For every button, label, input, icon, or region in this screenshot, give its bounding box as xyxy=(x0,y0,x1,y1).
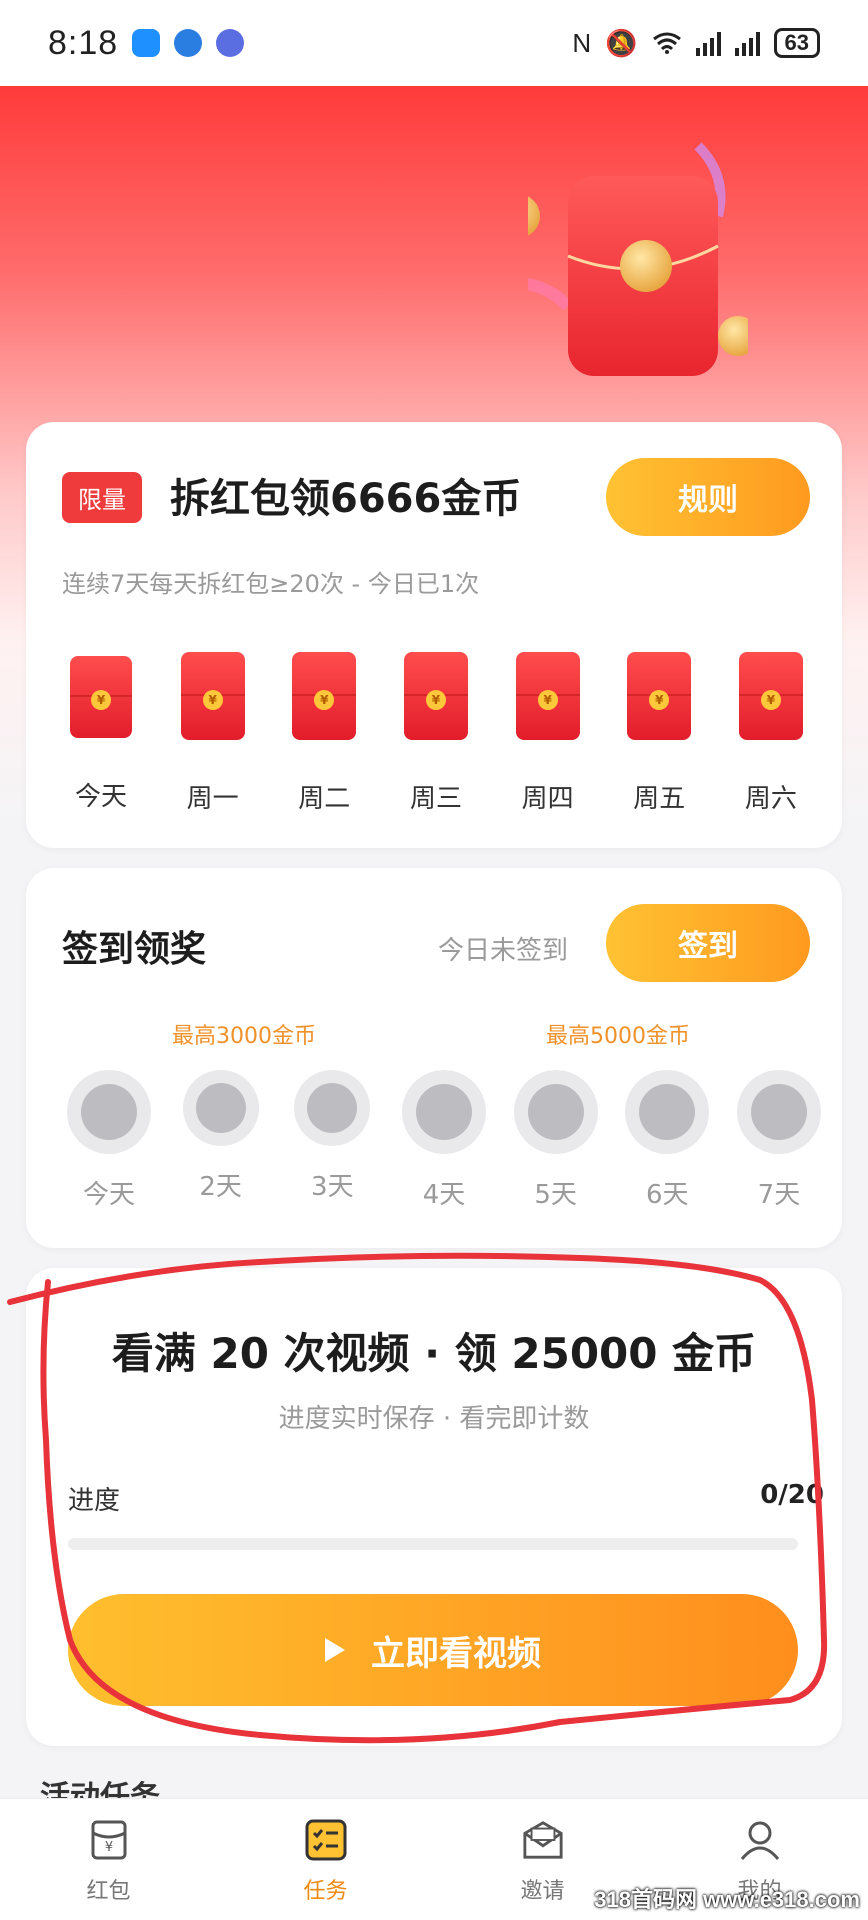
browser-app-icon xyxy=(174,29,203,57)
envelope-day-label: 周六 xyxy=(744,784,797,814)
red-envelope-icon: ¥ xyxy=(70,656,132,738)
red-envelope-icon: ¥ xyxy=(292,652,357,740)
sign-in-day-circle-icon xyxy=(736,1070,821,1154)
coin-icon: ¥ xyxy=(537,689,558,710)
sign-in-button[interactable]: 签到 xyxy=(606,904,810,982)
sign-in-day-item[interactable]: 5天 xyxy=(511,1070,601,1211)
envelope-day-label: 周三 xyxy=(409,784,462,814)
invite-mail-icon xyxy=(522,1819,564,1861)
status-time: 8:18 xyxy=(48,23,119,62)
profile-icon xyxy=(739,1819,781,1861)
coin-icon: ¥ xyxy=(649,689,670,710)
coin-icon: ¥ xyxy=(91,690,111,711)
envelope-day-item[interactable]: ¥ 周一 xyxy=(168,652,258,815)
watch-video-label: 立即看视频 xyxy=(371,1633,541,1674)
red-envelope-subtitle: 连续7天每天拆红包≥20次 - 今日已1次 xyxy=(62,570,480,598)
envelope-day-label: 周五 xyxy=(633,784,686,814)
sign-in-day-item[interactable]: 6天 xyxy=(622,1070,712,1211)
svg-text:¥: ¥ xyxy=(104,1840,112,1855)
sign-in-day-circle-icon xyxy=(294,1070,371,1146)
max-reward-label: 最高3000金币 xyxy=(172,1024,316,1049)
progress-bar xyxy=(68,1538,798,1550)
envelope-day-item[interactable]: ¥ 周三 xyxy=(391,652,481,815)
watermark-text: 318首码网 www.e318.com xyxy=(594,1887,860,1912)
red-envelope-icon: ¥ xyxy=(738,652,803,740)
status-app-icons xyxy=(132,29,245,57)
mute-icon: 🔕 xyxy=(605,27,638,58)
sign-in-day-item[interactable]: 7天 xyxy=(734,1070,824,1211)
nav-label: 邀请 xyxy=(520,1879,565,1904)
sign-in-day-label: 3天 xyxy=(311,1172,354,1202)
red-envelope-icon: ¥ xyxy=(88,1819,130,1861)
sign-in-day-circle-icon xyxy=(182,1070,259,1146)
video-task-subtitle: 进度实时保存 · 看完即计数 xyxy=(278,1404,590,1434)
envelope-day-item[interactable]: ¥ 今天 xyxy=(56,652,146,815)
envelope-day-label: 周一 xyxy=(186,784,239,814)
red-envelope-title: 拆红包领6666金币 xyxy=(170,476,522,522)
sign-in-day-circle-icon xyxy=(625,1070,710,1154)
red-envelope-icon: ¥ xyxy=(515,652,580,740)
envelope-day-row: ¥ 今天 ¥ 周一 ¥ 周二 ¥ 周三 ¥ 周四 ¥ 周五 ¥ 周六 xyxy=(56,652,816,815)
rules-button[interactable]: 规则 xyxy=(606,458,810,536)
red-envelope-card: 限量 拆红包领6666金币 规则 连续7天每天拆红包≥20次 - 今日已1次 ¥… xyxy=(26,422,842,848)
envelope-day-item[interactable]: ¥ 周四 xyxy=(503,652,593,815)
play-icon xyxy=(325,1638,345,1662)
signal-icon xyxy=(695,30,721,56)
coin-icon: ¥ xyxy=(425,689,446,710)
sign-in-day-label: 4天 xyxy=(422,1180,466,1210)
sign-in-day-circle-icon xyxy=(513,1070,598,1154)
sign-in-day-item[interactable]: 3天 xyxy=(287,1070,377,1211)
coin-icon: ¥ xyxy=(202,689,223,710)
sign-in-title: 签到领奖 xyxy=(62,929,207,970)
sign-in-day-item[interactable]: 2天 xyxy=(176,1070,266,1211)
sign-in-day-row: 今天 2天 3天 4天 5天 6天 7天 xyxy=(64,1070,824,1211)
envelope-day-item[interactable]: ¥ 周六 xyxy=(726,652,816,815)
sign-in-day-circle-icon xyxy=(67,1070,151,1154)
nav-label: 红包 xyxy=(86,1879,131,1904)
battery-indicator: 63 xyxy=(773,28,820,58)
task-list-icon xyxy=(305,1819,347,1861)
coin-icon: ¥ xyxy=(314,689,335,710)
sign-in-day-label: 6天 xyxy=(646,1180,689,1210)
sign-in-day-item[interactable]: 今天 xyxy=(64,1070,154,1211)
sign-in-status: 今日未签到 xyxy=(438,936,569,966)
status-bar: 8:18 N 🔕 63 xyxy=(0,0,868,86)
red-envelope-illustration xyxy=(528,142,748,376)
video-task-card: 看满 20 次视频 · 领 25000 金币 进度实时保存 · 看完即计数 进度… xyxy=(26,1268,842,1746)
wifi-icon xyxy=(652,32,681,54)
limited-badge: 限量 xyxy=(62,472,142,523)
chat-app-icon xyxy=(132,29,161,57)
coin-icon: ¥ xyxy=(760,689,781,710)
sign-in-day-label: 5天 xyxy=(534,1180,577,1210)
sign-in-day-circle-icon xyxy=(401,1070,486,1154)
signal-icon-2 xyxy=(734,30,760,56)
envelope-day-item[interactable]: ¥ 周二 xyxy=(279,652,369,815)
nav-item-invite[interactable]: 邀请 xyxy=(473,1819,613,1905)
video-task-title: 看满 20 次视频 · 领 25000 金币 xyxy=(111,1329,757,1378)
envelope-day-item[interactable]: ¥ 周五 xyxy=(614,652,704,815)
max-reward-label: 最高5000金币 xyxy=(546,1024,690,1049)
sign-in-day-label: 2天 xyxy=(199,1172,242,1202)
watch-video-button[interactable]: 立即看视频 xyxy=(68,1594,798,1706)
envelope-day-label: 周四 xyxy=(521,784,574,814)
progress-label: 进度 xyxy=(68,1486,121,1516)
envelope-day-label: 周二 xyxy=(298,784,351,814)
sign-in-day-label: 7天 xyxy=(757,1180,801,1210)
red-envelope-icon: ¥ xyxy=(403,652,468,740)
nav-label: 任务 xyxy=(303,1879,348,1904)
activity-tasks-heading: 活动任务 xyxy=(40,1780,160,1798)
sign-in-card: 签到领奖 今日未签到 签到 最高3000金币 最高5000金币 今天 2天 3天… xyxy=(26,868,842,1248)
status-right: N 🔕 63 xyxy=(572,28,820,59)
nav-item-red-envelope[interactable]: ¥ 红包 xyxy=(39,1819,179,1905)
progress-value: 0/20 xyxy=(760,1480,824,1510)
nfc-icon: N xyxy=(572,27,592,58)
sign-in-day-item[interactable]: 4天 xyxy=(399,1070,489,1211)
nav-item-tasks[interactable]: 任务 xyxy=(256,1819,396,1905)
red-envelope-icon: ¥ xyxy=(627,652,692,740)
envelope-day-label: 今天 xyxy=(74,782,127,812)
music-app-icon xyxy=(216,29,245,57)
red-envelope-icon: ¥ xyxy=(180,652,245,740)
sign-in-day-label: 今天 xyxy=(82,1180,135,1210)
